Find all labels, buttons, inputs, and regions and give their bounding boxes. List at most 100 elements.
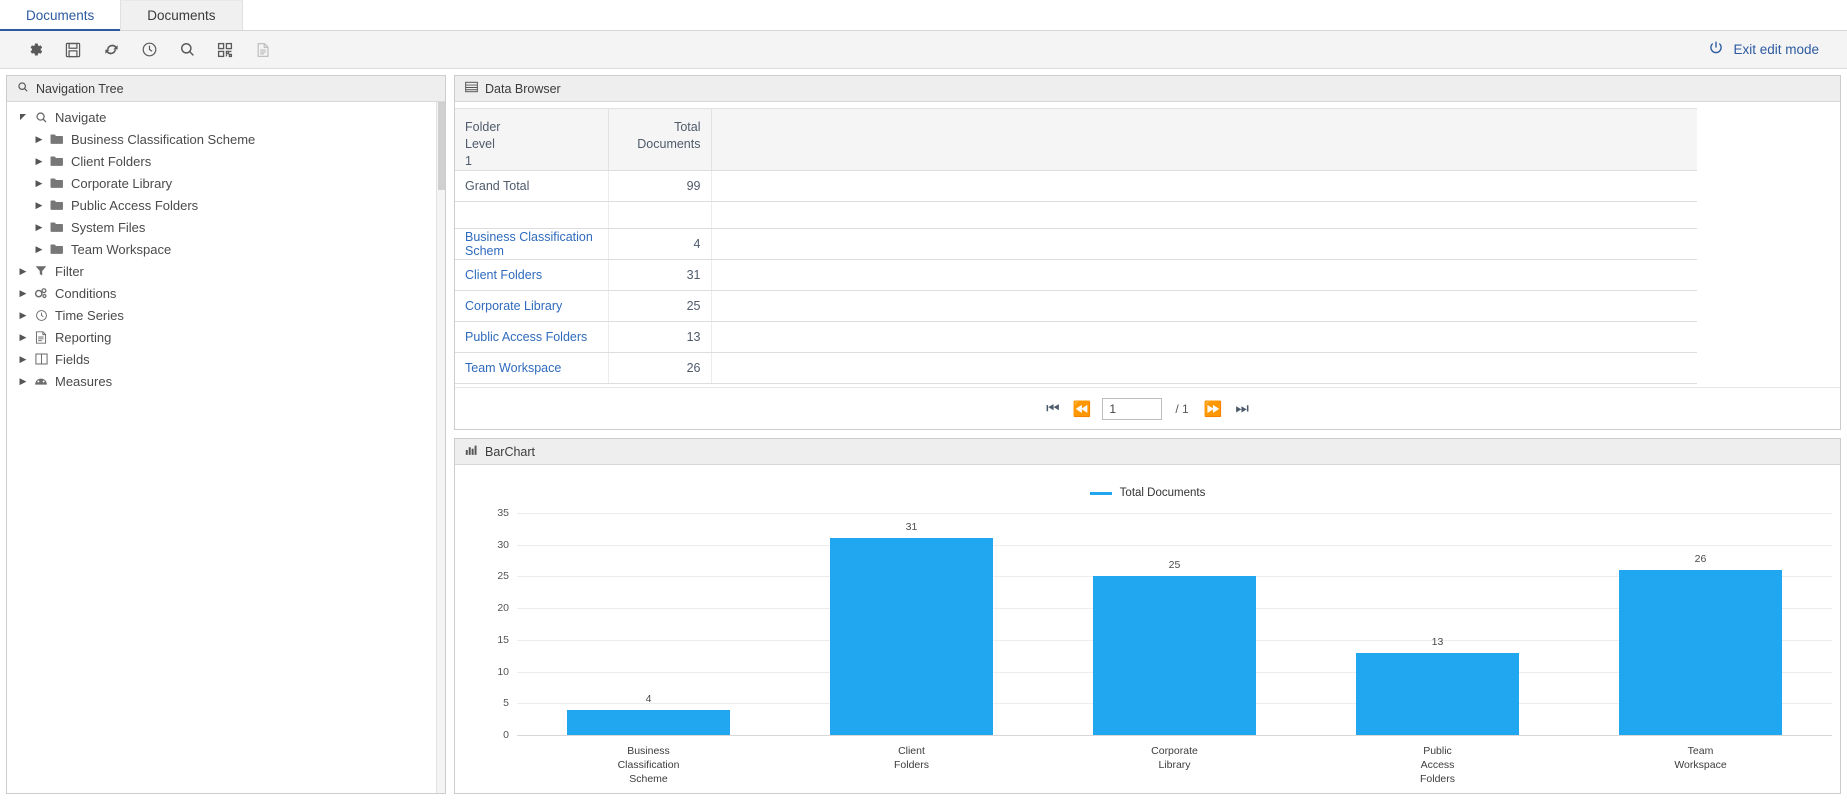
chevron-right-icon[interactable]: ▶ (15, 332, 31, 343)
nav-item-public-access-folders[interactable]: ▶ Public Access Folders (7, 194, 445, 216)
nav-item-time-series[interactable]: ▶ Time Series (7, 304, 445, 326)
column-header-blank (711, 108, 1697, 171)
tab-label: Documents (147, 8, 216, 23)
barchart-title: BarChart (485, 444, 536, 459)
page-number-input[interactable] (1102, 397, 1163, 420)
pagination-bar: ⏮ ⏪ / 1 ⏩ ⏭ (455, 387, 1840, 429)
table-row (455, 201, 1697, 229)
main-body: Navigation Tree ◢ Navigate ▶ Business Class… (0, 69, 1847, 800)
chevron-right-icon[interactable]: ▶ (15, 288, 31, 299)
nav-scrollbar-thumb[interactable] (438, 102, 445, 190)
nav-item-label: Measures (55, 373, 113, 389)
bar-column: 25 (1043, 513, 1306, 735)
folder-icon (47, 221, 67, 233)
chevron-right-icon[interactable]: ▶ (15, 354, 31, 365)
table-row: Client Folders 31 (455, 259, 1697, 291)
nav-item-business-classification-scheme[interactable]: ▶ Business Classification Scheme (7, 128, 445, 150)
chevron-right-icon[interactable]: ▶ (15, 310, 31, 321)
chevron-right-icon[interactable]: ▶ (31, 222, 47, 233)
bar[interactable] (1355, 652, 1520, 735)
table-cell-link[interactable]: Public Access Folders (455, 321, 609, 353)
document-icon[interactable] (252, 39, 274, 61)
table-cell-link[interactable]: Business Classification Schem (455, 228, 609, 260)
navigation-tree-header: Navigation Tree (7, 76, 445, 102)
measures-icon (31, 375, 51, 387)
next-page-button[interactable]: ⏩ (1202, 400, 1225, 418)
chevron-right-icon[interactable]: ▶ (31, 156, 47, 167)
y-tick-label: 10 (497, 665, 509, 678)
folder-icon (47, 199, 67, 211)
bar[interactable] (1092, 576, 1257, 735)
chart-legend: Total Documents (455, 487, 1840, 499)
right-column: Data Browser Folder Level 1 Total Documents… (454, 75, 1841, 794)
nav-item-client-folders[interactable]: ▶ Client Folders (7, 150, 445, 172)
gear-icon[interactable] (24, 39, 46, 61)
save-icon[interactable] (62, 39, 84, 61)
chevron-right-icon[interactable]: ▶ (31, 200, 47, 211)
data-browser-grid-container: Folder Level 1 Total Documents Grand Total 9… (455, 102, 1840, 387)
tab-label: Documents (26, 7, 95, 23)
bar-column: 26 (1569, 513, 1832, 735)
y-axis-labels: 0 5 10 15 20 25 30 35 (455, 507, 517, 793)
chevron-right-icon[interactable]: ▶ (15, 376, 31, 387)
table-cell-value: 13 (608, 321, 712, 353)
table-cell-value: 25 (608, 290, 712, 322)
column-header-folder-level-1[interactable]: Folder Level 1 (455, 108, 609, 171)
table-icon (465, 81, 478, 96)
chart-plot-area: 0 5 10 15 20 25 30 35 4 31 25 13 26 Business Classif… (455, 507, 1832, 793)
data-browser-grid: Folder Level 1 Total Documents Grand Total 9… (455, 108, 1697, 384)
chevron-right-icon[interactable]: ▶ (31, 244, 47, 255)
nav-item-reporting[interactable]: ▶ Reporting (7, 326, 445, 348)
bar-value-label: 26 (1694, 553, 1707, 566)
navigation-tree-title: Navigation Tree (36, 81, 124, 96)
data-browser-panel: Data Browser Folder Level 1 Total Documents… (454, 75, 1841, 430)
report-icon (31, 330, 51, 344)
nav-item-team-workspace[interactable]: ▶ Team Workspace (7, 238, 445, 260)
qrcode-icon[interactable] (214, 39, 236, 61)
tab-bar: Documents Documents (0, 0, 1847, 31)
y-tick-label: 25 (497, 570, 509, 583)
navigation-tree-panel: Navigation Tree ◢ Navigate ▶ Business Class… (6, 75, 446, 794)
bar[interactable] (1618, 570, 1783, 735)
nav-scrollbar[interactable] (436, 102, 445, 793)
navigation-tree-list: ◢ Navigate ▶ Business Classification Scheme… (7, 106, 445, 392)
chevron-right-icon[interactable]: ▶ (15, 266, 31, 277)
bar[interactable] (566, 709, 731, 735)
tab-documents-2[interactable]: Documents (120, 0, 243, 30)
table-cell-link[interactable]: Team Workspace (455, 352, 609, 384)
table-row: Team Workspace 26 (455, 352, 1697, 384)
chevron-right-icon[interactable]: ▶ (31, 134, 47, 145)
barchart-header: BarChart (455, 439, 1840, 465)
exit-edit-mode-button[interactable]: Exit edit mode (1708, 40, 1833, 59)
search-icon[interactable] (176, 39, 198, 61)
column-header-total-documents[interactable]: Total Documents (608, 108, 712, 171)
nav-item-fields[interactable]: ▶ Fields (7, 348, 445, 370)
bar[interactable] (829, 538, 994, 735)
table-cell-empty (711, 228, 1697, 260)
table-cell-link[interactable]: Corporate Library (455, 290, 609, 322)
clock-icon[interactable] (138, 39, 160, 61)
table-cell-label (455, 201, 609, 229)
chevron-right-icon[interactable]: ▶ (31, 178, 47, 189)
bar-value-label: 25 (1168, 559, 1181, 572)
data-browser-header: Data Browser (455, 76, 1840, 102)
nav-item-filter[interactable]: ▶ Filter (7, 260, 445, 282)
first-page-button[interactable]: ⏮ (1044, 400, 1062, 417)
nav-item-navigate[interactable]: ◢ Navigate (7, 106, 445, 128)
tab-documents-1[interactable]: Documents (0, 1, 121, 31)
table-cell-link[interactable]: Client Folders (455, 259, 609, 291)
chevron-down-icon[interactable]: ◢ (15, 113, 31, 122)
table-cell-empty (711, 259, 1697, 291)
nav-item-measures[interactable]: ▶ Measures (7, 370, 445, 392)
nav-item-label: Filter (55, 263, 84, 279)
barchart-icon (465, 444, 478, 459)
nav-item-label: Conditions (55, 285, 117, 301)
refresh-icon[interactable] (100, 39, 122, 61)
x-tick-label: Public Access Folders (1419, 745, 1455, 786)
last-page-button[interactable]: ⏭ (1233, 400, 1251, 417)
nav-item-conditions[interactable]: ▶ Conditions (7, 282, 445, 304)
previous-page-button[interactable]: ⏪ (1071, 400, 1094, 418)
nav-item-system-files[interactable]: ▶ System Files (7, 216, 445, 238)
nav-item-corporate-library[interactable]: ▶ Corporate Library (7, 172, 445, 194)
nav-item-label: Fields (55, 351, 90, 367)
